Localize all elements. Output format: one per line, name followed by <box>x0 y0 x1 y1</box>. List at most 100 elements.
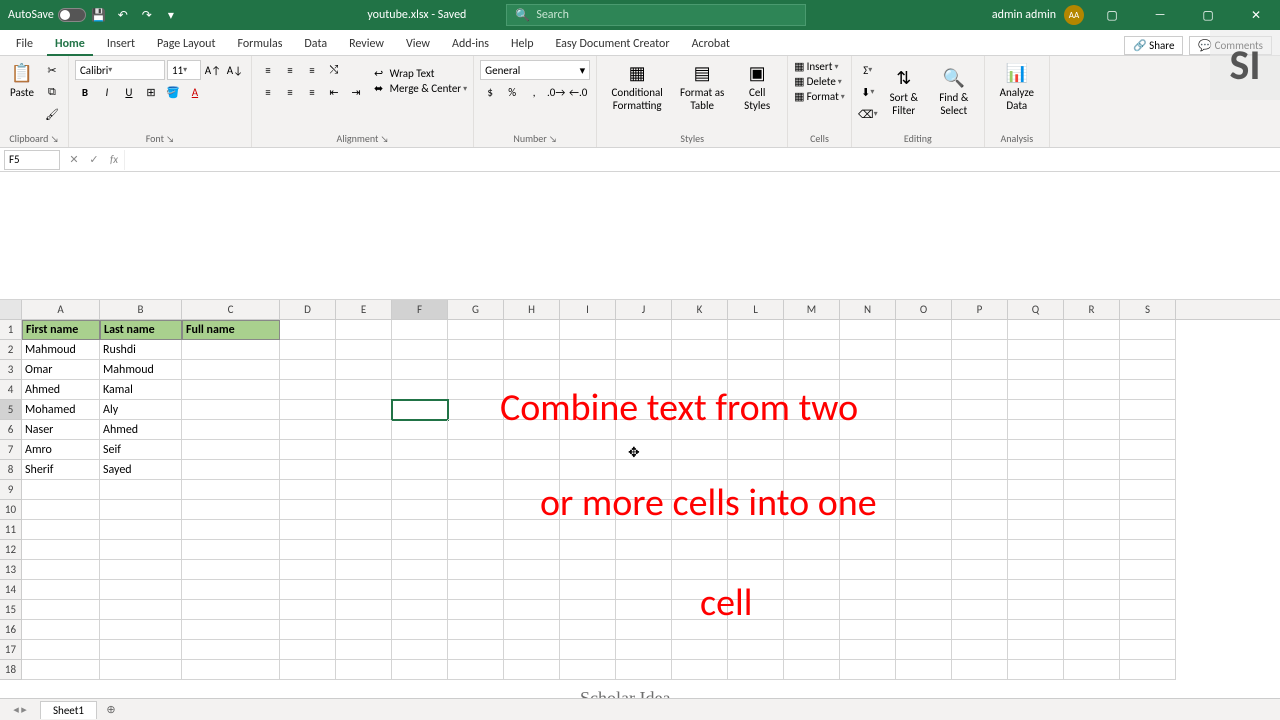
cell[interactable] <box>1064 660 1120 680</box>
cell[interactable] <box>952 520 1008 540</box>
cell[interactable] <box>1008 420 1064 440</box>
column-header[interactable]: C <box>182 300 280 319</box>
tab-addins[interactable]: Add-ins <box>442 33 499 55</box>
cell[interactable] <box>1008 660 1064 680</box>
cell[interactable] <box>616 420 672 440</box>
cell[interactable] <box>336 540 392 560</box>
cell[interactable] <box>280 460 336 480</box>
cell[interactable] <box>560 560 616 580</box>
cell[interactable] <box>616 500 672 520</box>
merge-center-button[interactable]: ⬌ Merge & Center <box>374 82 467 95</box>
row-header[interactable]: 15 <box>0 600 22 620</box>
cell[interactable] <box>672 380 728 400</box>
cell[interactable] <box>616 360 672 380</box>
cell[interactable] <box>784 420 840 440</box>
select-all-button[interactable] <box>0 300 22 319</box>
cell[interactable] <box>504 400 560 420</box>
column-header[interactable]: B <box>100 300 182 319</box>
bold-button[interactable]: B <box>75 82 95 102</box>
row-header[interactable]: 14 <box>0 580 22 600</box>
cell[interactable] <box>448 580 504 600</box>
cell[interactable] <box>616 520 672 540</box>
cell[interactable] <box>1120 340 1176 360</box>
cell[interactable] <box>616 480 672 500</box>
cell[interactable] <box>1008 620 1064 640</box>
align-top-icon[interactable]: ≡ <box>258 60 278 80</box>
cell[interactable] <box>280 440 336 460</box>
share-button[interactable]: 🔗 Share <box>1124 36 1183 55</box>
cell[interactable] <box>1120 500 1176 520</box>
border-button[interactable]: ⊞ <box>141 82 161 102</box>
row-header[interactable]: 16 <box>0 620 22 640</box>
cell[interactable] <box>182 540 280 560</box>
column-header[interactable]: J <box>616 300 672 319</box>
cell[interactable] <box>896 440 952 460</box>
cell[interactable] <box>560 540 616 560</box>
cell[interactable] <box>896 340 952 360</box>
cell[interactable] <box>504 620 560 640</box>
cell[interactable] <box>22 660 100 680</box>
cell[interactable] <box>728 540 784 560</box>
cell[interactable] <box>182 520 280 540</box>
cell[interactable] <box>336 380 392 400</box>
cell[interactable] <box>336 440 392 460</box>
row-header[interactable]: 5 <box>0 400 22 420</box>
cell[interactable] <box>560 620 616 640</box>
cell[interactable] <box>1120 520 1176 540</box>
cell[interactable] <box>22 620 100 640</box>
cell[interactable] <box>728 380 784 400</box>
cell[interactable] <box>840 580 896 600</box>
cell[interactable] <box>616 460 672 480</box>
cell[interactable] <box>616 400 672 420</box>
column-header[interactable]: I <box>560 300 616 319</box>
tab-page-layout[interactable]: Page Layout <box>147 33 225 55</box>
cell[interactable] <box>448 360 504 380</box>
cell[interactable] <box>22 480 100 500</box>
increase-font-icon[interactable]: A↑ <box>203 60 223 80</box>
cell[interactable]: Ahmed <box>22 380 100 400</box>
tab-help[interactable]: Help <box>501 33 544 55</box>
cell[interactable] <box>336 340 392 360</box>
cell-styles-button[interactable]: ▣Cell Styles <box>733 60 781 114</box>
cell[interactable] <box>896 480 952 500</box>
cell[interactable] <box>1120 460 1176 480</box>
cell[interactable] <box>1064 320 1120 340</box>
cancel-formula-icon[interactable]: ✕ <box>64 150 84 170</box>
cell[interactable] <box>182 500 280 520</box>
row-header[interactable]: 9 <box>0 480 22 500</box>
currency-icon[interactable]: $ <box>480 82 500 102</box>
cell[interactable] <box>560 500 616 520</box>
cell[interactable] <box>1008 560 1064 580</box>
cell[interactable] <box>280 520 336 540</box>
cell[interactable] <box>896 380 952 400</box>
cell[interactable] <box>182 380 280 400</box>
cell[interactable] <box>728 460 784 480</box>
cell[interactable] <box>560 340 616 360</box>
cell[interactable] <box>504 440 560 460</box>
cut-icon[interactable]: ✂ <box>42 60 62 80</box>
cell[interactable] <box>840 480 896 500</box>
cell[interactable] <box>280 420 336 440</box>
cell[interactable] <box>22 640 100 660</box>
cell[interactable] <box>784 520 840 540</box>
cell[interactable] <box>1008 440 1064 460</box>
cell[interactable] <box>1008 480 1064 500</box>
cell[interactable] <box>182 440 280 460</box>
cell[interactable] <box>1064 420 1120 440</box>
cell[interactable] <box>1008 460 1064 480</box>
column-header[interactable]: N <box>840 300 896 319</box>
cell[interactable] <box>336 320 392 340</box>
cell[interactable] <box>182 400 280 420</box>
user-name[interactable]: admin admin <box>992 8 1056 22</box>
cell[interactable] <box>952 480 1008 500</box>
cell[interactable] <box>840 560 896 580</box>
cell[interactable]: Aly <box>100 400 182 420</box>
cell[interactable] <box>728 360 784 380</box>
cell[interactable] <box>504 340 560 360</box>
cell[interactable] <box>672 360 728 380</box>
cell[interactable]: Sherif <box>22 460 100 480</box>
cell[interactable] <box>504 500 560 520</box>
cell[interactable] <box>392 600 448 620</box>
cell[interactable] <box>560 420 616 440</box>
cell[interactable] <box>672 580 728 600</box>
